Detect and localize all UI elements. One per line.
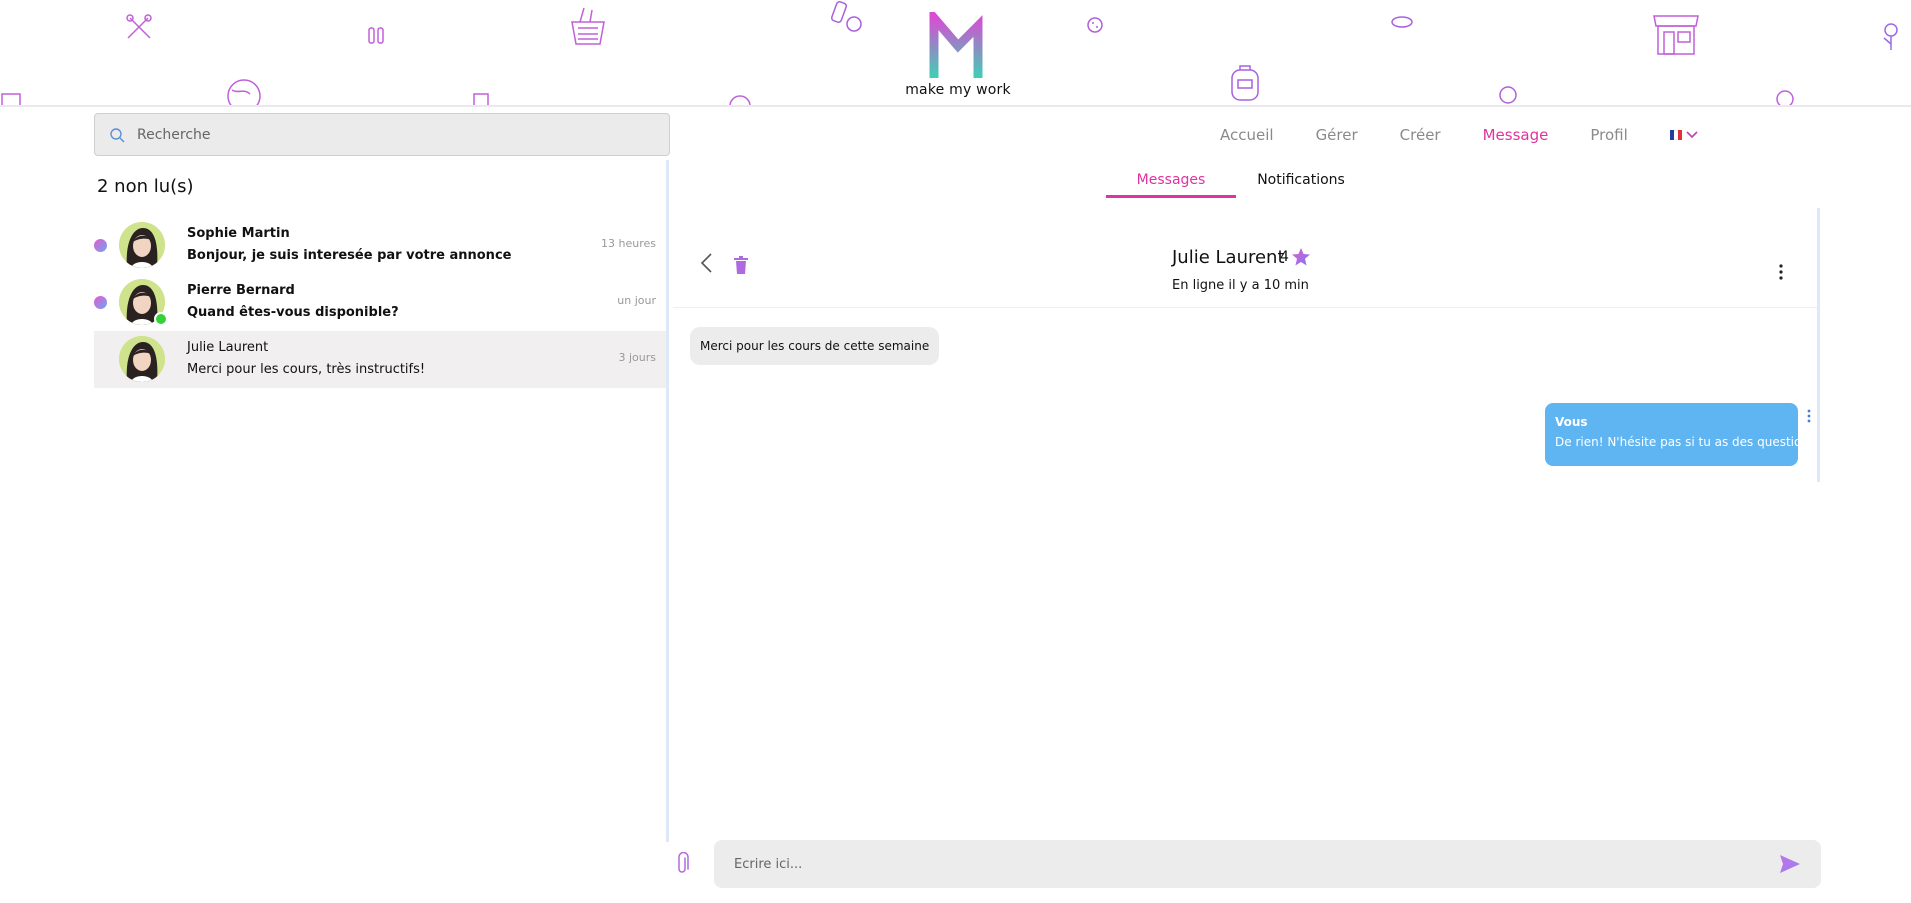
search-icon [110,127,125,142]
avatar [119,336,165,382]
conversation-name: Pierre Bernard [187,283,295,298]
tab-notifications[interactable]: Notifications [1236,172,1366,198]
trash-icon[interactable] [733,256,749,274]
conversation-time: 13 heures [601,237,656,250]
unread-indicator [94,296,107,309]
outgoing-message: Vous De rien! N'hésite pas si tu as des … [1545,403,1816,466]
chat-panel: Julie Laurent 4 En ligne il y a 10 min M… [673,208,1821,842]
contact-name: Julie Laurent [1172,247,1285,268]
nav-profil[interactable]: Profil [1590,126,1627,144]
conversation-item[interactable]: Sophie Martin Bonjour, je suis interesée… [94,217,666,274]
box-doodle-icon [473,93,489,105]
chevron-down-icon [1686,131,1698,139]
nav-accueil[interactable]: Accueil [1220,126,1274,144]
tools-doodle-icon [126,14,152,39]
app-header: make my work [0,0,1911,107]
search-bar[interactable] [94,113,670,156]
language-selector[interactable] [1669,130,1698,140]
star-icon [1291,248,1310,266]
basket-doodle-icon [571,7,605,45]
conversation-time: 3 jours [618,351,656,364]
grooming-doodle-icon [368,27,384,44]
backpack-doodle-icon [1231,65,1259,101]
message-composer[interactable] [714,840,1821,888]
flower-doodle-icon [1883,23,1898,50]
message-input[interactable] [734,856,1734,872]
conversation-name: Julie Laurent [187,340,269,355]
message-options-icon[interactable] [1807,409,1811,423]
nav-message[interactable]: Message [1483,126,1549,144]
search-input[interactable] [137,126,657,143]
cake-doodle-icon [729,95,751,105]
scroll-rail[interactable] [1817,208,1820,482]
paint-doodle-icon [1499,86,1517,104]
unread-count: 2 non lu(s) [97,176,194,197]
paperclip-icon[interactable] [674,852,690,876]
bag-doodle-icon [1,93,21,105]
shop-doodle-icon [1653,15,1699,55]
avatar [119,222,165,268]
message-sender: Vous [1555,415,1588,429]
contact-status: En ligne il y a 10 min [1172,278,1309,293]
conversation-item[interactable]: Pierre Bernard Quand êtes-vous disponibl… [94,274,666,331]
tab-messages[interactable]: Messages [1106,172,1236,198]
more-vertical-icon[interactable] [1779,264,1783,280]
send-icon[interactable] [1779,854,1801,874]
message-tabs: Messages Notifications [1106,172,1366,198]
online-status-indicator [154,312,168,326]
main-nav: Accueil Gérer Créer Message Profil [1220,123,1698,147]
column-divider [666,160,669,842]
conversation-name: Sophie Martin [187,226,290,241]
chat-header: Julie Laurent 4 En ligne il y a 10 min [673,216,1817,308]
message-text: De rien! N'hésite pas si tu as des quest… [1555,435,1816,449]
cookie-doodle-icon [1087,17,1103,33]
ball-doodle-icon [1776,90,1794,105]
nav-creer[interactable]: Créer [1400,126,1441,144]
globe-doodle-icon [227,79,261,105]
conversation-item[interactable]: Julie Laurent Merci pour les cours, très… [94,331,666,388]
brand-name: make my work [905,82,1011,98]
contact-rating: 4 [1280,247,1311,267]
conversation-list: Sophie Martin Bonjour, je suis interesée… [94,217,666,388]
conversation-preview: Merci pour les cours, très instructifs! [187,362,426,377]
nail-doodle-icon [830,0,862,32]
conversation-preview: Bonjour, je suis interesée par votre ann… [187,248,512,263]
brand-logo[interactable]: make my work [905,12,1011,104]
incoming-message: Merci pour les cours de cette semaine [690,327,940,365]
conversation-time: un jour [617,294,656,307]
rating-value: 4 [1280,249,1289,265]
logo-mark-icon [929,12,983,78]
fr-flag-icon [1669,130,1682,140]
back-arrow-icon[interactable] [699,252,715,274]
unread-indicator [94,239,107,252]
cloud-doodle-icon [1391,16,1413,28]
nav-gerer[interactable]: Gérer [1316,126,1358,144]
conversation-preview: Quand êtes-vous disponible? [187,305,399,320]
